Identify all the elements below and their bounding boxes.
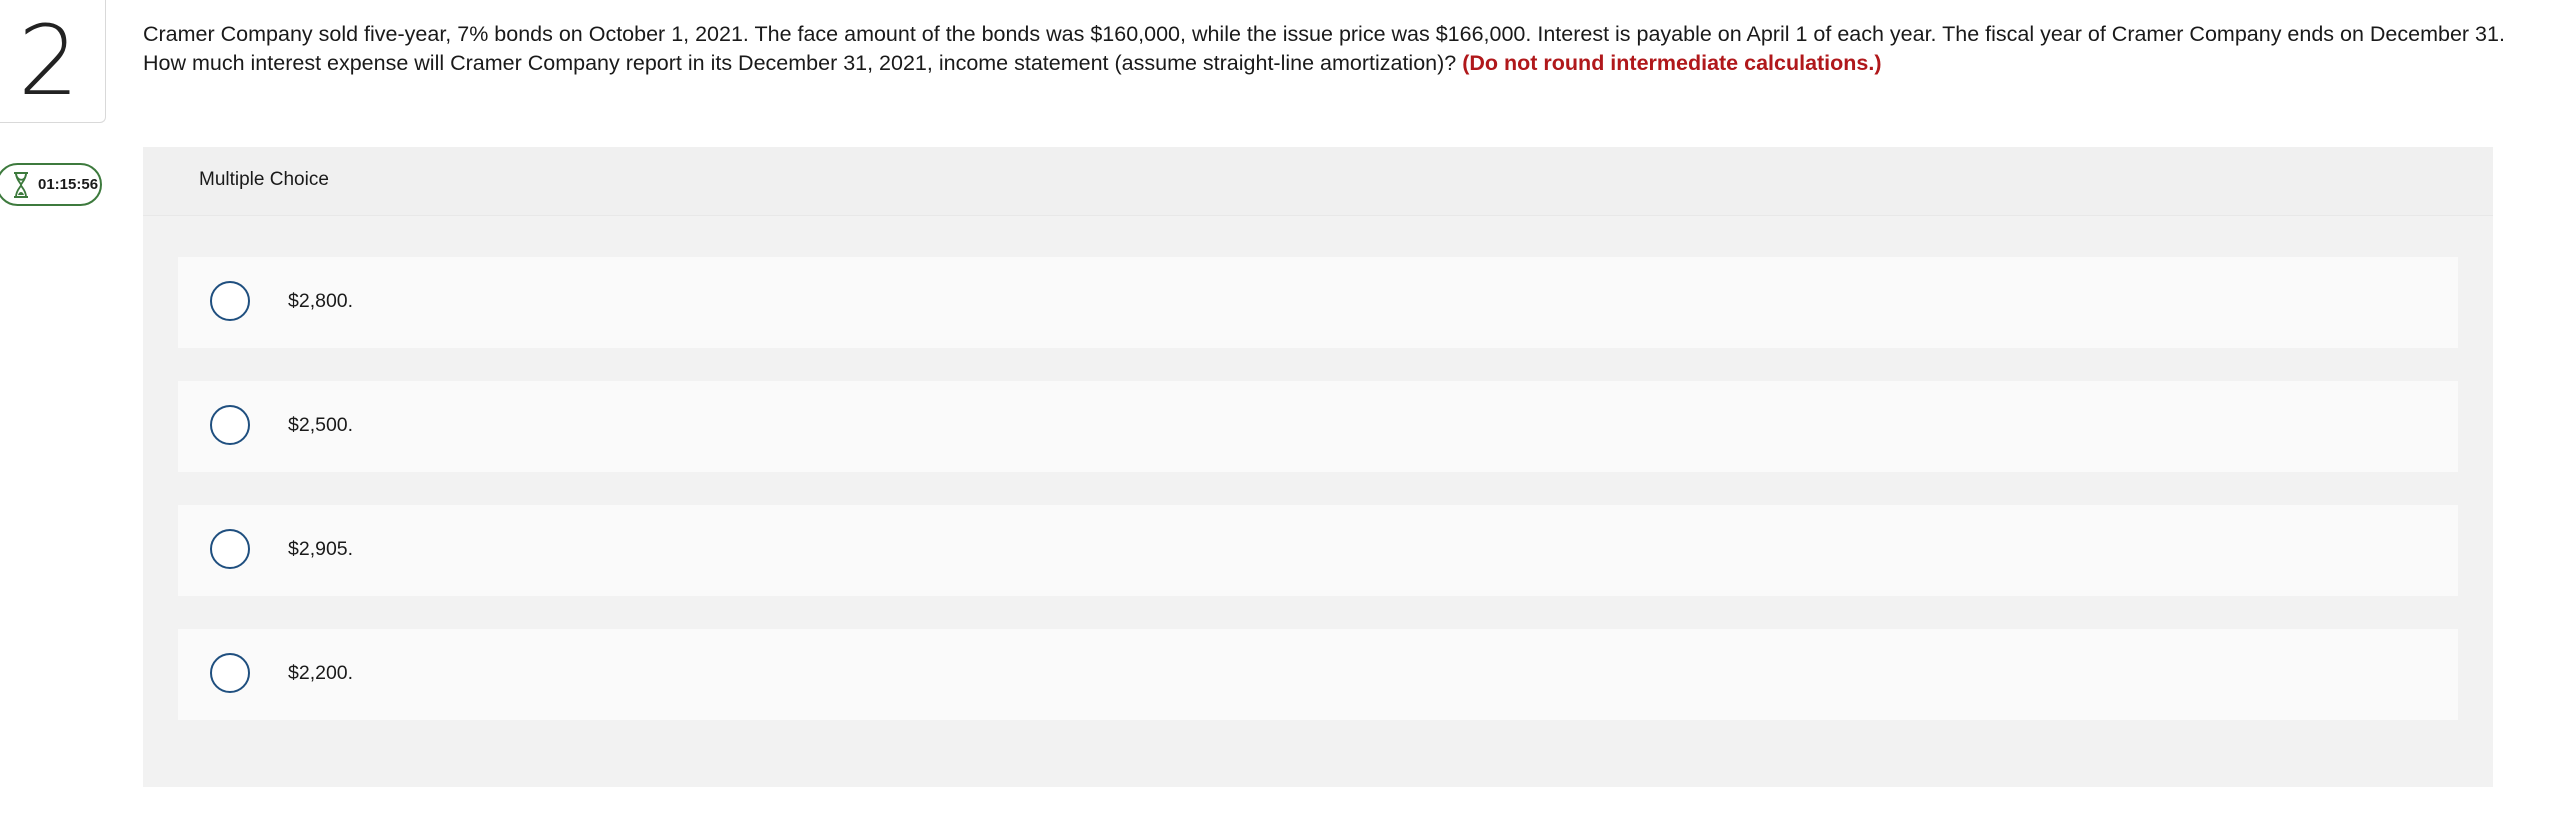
timer-value: 01:15:56: [38, 176, 99, 193]
choice-option-4[interactable]: $2,200.: [178, 629, 2458, 720]
question-number: 2: [18, 5, 80, 117]
question-text: Cramer Company sold five-year, 7% bonds …: [143, 22, 2505, 75]
hourglass-icon: [14, 172, 28, 198]
choice-label: $2,905.: [288, 538, 354, 560]
multiple-choice-title: Multiple Choice: [199, 169, 329, 190]
question-number-box: 2: [0, 0, 106, 123]
choice-label: $2,800.: [288, 290, 354, 312]
radio-button[interactable]: [210, 653, 250, 693]
choice-label: $2,200.: [288, 662, 354, 684]
multiple-choice-header: Multiple Choice: [143, 147, 2493, 216]
choice-option-2[interactable]: $2,500.: [178, 381, 2458, 472]
radio-button[interactable]: [210, 405, 250, 445]
choice-option-1[interactable]: $2,800.: [178, 257, 2458, 348]
question-prompt: Cramer Company sold five-year, 7% bonds …: [143, 20, 2523, 77]
timer-badge[interactable]: 01:15:56: [0, 163, 102, 206]
radio-button[interactable]: [210, 529, 250, 569]
multiple-choice-panel: Multiple Choice $2,800. $2,500. $2,905. …: [143, 147, 2493, 787]
radio-button[interactable]: [210, 281, 250, 321]
choice-label: $2,500.: [288, 414, 354, 436]
question-note: (Do not round intermediate calculations.…: [1462, 50, 1882, 75]
choice-option-3[interactable]: $2,905.: [178, 505, 2458, 596]
